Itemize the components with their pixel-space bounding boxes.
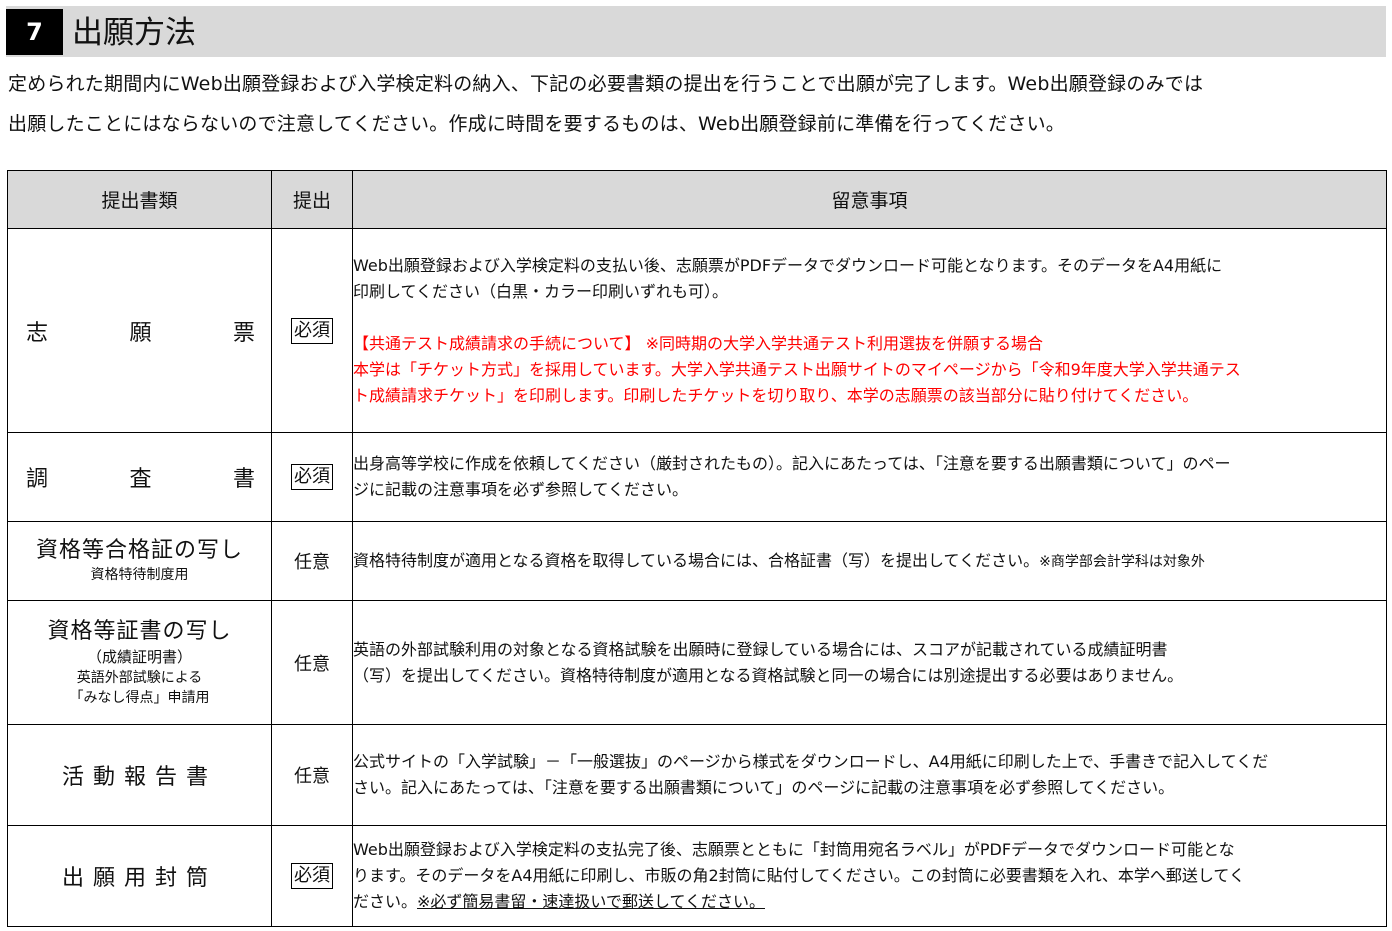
section-header: 7 出願方法 bbox=[6, 6, 1386, 57]
submission-cell: 任意 bbox=[271, 521, 353, 601]
table-row: 資格等証書の写し （成績証明書） 英語外部試験による 「みなし得点」申請用 任意… bbox=[7, 600, 1387, 725]
doc-name-char: 志 bbox=[26, 320, 49, 346]
header-notes: 留意事項 bbox=[352, 170, 1387, 229]
header-submission: 提出 bbox=[271, 170, 353, 229]
notes-cell: Web出願登録および入学検定料の支払い後、志願票がPDFデータでダウンロード可能… bbox=[352, 228, 1387, 433]
doc-name-main: 活動報告書 bbox=[61, 765, 217, 790]
required-badge: 必須 bbox=[291, 464, 333, 490]
doc-name-char: 査 bbox=[129, 467, 152, 492]
submission-cell: 任意 bbox=[271, 600, 353, 725]
submission-cell: 必須 bbox=[271, 432, 353, 522]
notes-cell: 資格特待制度が適用となる資格を取得している場合には、合格証書（写）を提出してくだ… bbox=[352, 521, 1387, 601]
doc-name-sub: 「みなし得点」申請用 bbox=[69, 689, 210, 706]
submission-cell: 任意 bbox=[271, 724, 353, 826]
doc-name-sub: 資格特待制度用 bbox=[90, 567, 189, 583]
table-row: 活動報告書 任意 公式サイトの「入学試験」－「一般選抜」のページから様式をダウン… bbox=[7, 724, 1387, 826]
doc-name-sub: 英語外部試験による bbox=[76, 669, 203, 686]
note-line-red: ト成績請求チケット」を印刷します。印刷したチケットを切り取り、本学の志願票の該当… bbox=[353, 385, 1199, 405]
note-line: さい。記入にあたっては、「注意を要する出願書類について」のページに記載の注意事項… bbox=[353, 778, 1175, 797]
doc-name-main: 出願用封筒 bbox=[61, 866, 217, 891]
notes-cell: 公式サイトの「入学試験」－「一般選抜」のページから様式をダウンロードし、A4用紙… bbox=[352, 724, 1387, 826]
note-text: 資格特待制度が適用となる資格を取得している場合には、合格証書（写）を提出してくだ… bbox=[353, 550, 1040, 570]
required-badge: 必須 bbox=[291, 863, 333, 889]
table-row: 調 査 書 必須 出身高等学校に作成を依頼してください（厳封されたもの）。記入に… bbox=[7, 432, 1387, 522]
notes-cell: Web出願登録および入学検定料の支払完了後、志願票とともに「封筒用宛名ラベル」が… bbox=[352, 825, 1387, 927]
note-line: 英語の外部試験利用の対象となる資格試験を出願時に登録している場合には、スコアが記… bbox=[353, 639, 1168, 659]
note-line: ジに記載の注意事項を必ず参照してください。 bbox=[353, 480, 689, 499]
doc-name-char: 書 bbox=[232, 467, 255, 492]
section-number: 7 bbox=[6, 9, 63, 55]
doc-name: 資格等合格証の写し 資格特待制度用 bbox=[7, 521, 272, 601]
intro-line-2: 出願したことにはならないので注意してください。作成に時間を要するものは、Web出… bbox=[8, 113, 1065, 135]
notes-cell: 出身高等学校に作成を依頼してください（厳封されたもの）。記入にあたっては、「注意… bbox=[352, 432, 1387, 522]
header-documents: 提出書類 bbox=[7, 170, 272, 229]
submission-cell: 必須 bbox=[271, 825, 353, 927]
intro-text: 定められた期間内にWeb出願登録および入学検定料の納入、下記の必要書類の提出を行… bbox=[8, 64, 1386, 144]
doc-name-char: 願 bbox=[129, 320, 152, 346]
table-row: 出願用封筒 必須 Web出願登録および入学検定料の支払完了後、志願票とともに「封… bbox=[7, 825, 1387, 927]
note-line: Web出願登録および入学検定料の支払完了後、志願票とともに「封筒用宛名ラベル」が… bbox=[353, 840, 1235, 859]
note-line: 印刷してください（白黒・カラー印刷いずれも可）。 bbox=[353, 281, 729, 301]
note-line: （写）を提出してください。資格特待制度が適用となる資格試験と同一の場合には別途提… bbox=[353, 665, 1184, 685]
doc-name-sub: （成績証明書） bbox=[86, 647, 192, 666]
table-header-row: 提出書類 提出 留意事項 bbox=[7, 170, 1387, 229]
doc-name: 出願用封筒 bbox=[7, 825, 272, 927]
note-line: 公式サイトの「入学試験」－「一般選抜」のページから様式をダウンロードし、A4用紙… bbox=[353, 752, 1269, 771]
doc-name-char: 調 bbox=[26, 467, 49, 492]
table-row: 資格等合格証の写し 資格特待制度用 任意 資格特待制度が適用となる資格を取得して… bbox=[7, 521, 1387, 601]
submission-cell: 必須 bbox=[271, 228, 353, 433]
notes-cell: 英語の外部試験利用の対象となる資格試験を出願時に登録している場合には、スコアが記… bbox=[352, 600, 1387, 725]
note-line: 出身高等学校に作成を依頼してください（厳封されたもの）。記入にあたっては、「注意… bbox=[353, 454, 1231, 473]
section-title: 出願方法 bbox=[72, 15, 196, 51]
note-line-red: 本学は「チケット方式」を採用しています。大学入学共通テスト出願サイトのマイページ… bbox=[353, 359, 1241, 379]
intro-line-1: 定められた期間内にWeb出願登録および入学検定料の納入、下記の必要書類の提出を行… bbox=[8, 73, 1204, 95]
doc-name-main: 資格等証書の写し bbox=[47, 618, 232, 644]
doc-name-main: 資格等合格証の写し bbox=[35, 538, 243, 563]
note-line: Web出願登録および入学検定料の支払い後、志願票がPDFデータでダウンロード可能… bbox=[353, 255, 1223, 275]
documents-table: 提出書類 提出 留意事項 志 願 票 必須 Web出願登録および入学検定料の支払… bbox=[7, 170, 1387, 927]
note-underlined: ※必ず簡易書留・速達扱いで郵送してください。 bbox=[417, 892, 765, 911]
note-text: ださい。 bbox=[353, 892, 418, 911]
doc-name-char: 票 bbox=[232, 320, 255, 346]
note-small: ※商学部会計学科は対象外 bbox=[1039, 553, 1205, 570]
table-row: 志 願 票 必須 Web出願登録および入学検定料の支払い後、志願票がPDFデータ… bbox=[7, 228, 1387, 433]
doc-name: 志 願 票 bbox=[7, 228, 272, 433]
doc-name: 調 査 書 bbox=[7, 432, 272, 522]
note-line-red: 【共通テスト成績請求の手続について】 ※同時期の大学入学共通テスト利用選抜を併願… bbox=[353, 333, 1044, 353]
doc-name: 資格等証書の写し （成績証明書） 英語外部試験による 「みなし得点」申請用 bbox=[7, 600, 272, 725]
required-badge: 必須 bbox=[291, 317, 333, 344]
doc-name: 活動報告書 bbox=[7, 724, 272, 826]
note-line: ります。そのデータをA4用紙に印刷し、市販の角2封筒に貼付してください。この封筒… bbox=[353, 866, 1245, 885]
